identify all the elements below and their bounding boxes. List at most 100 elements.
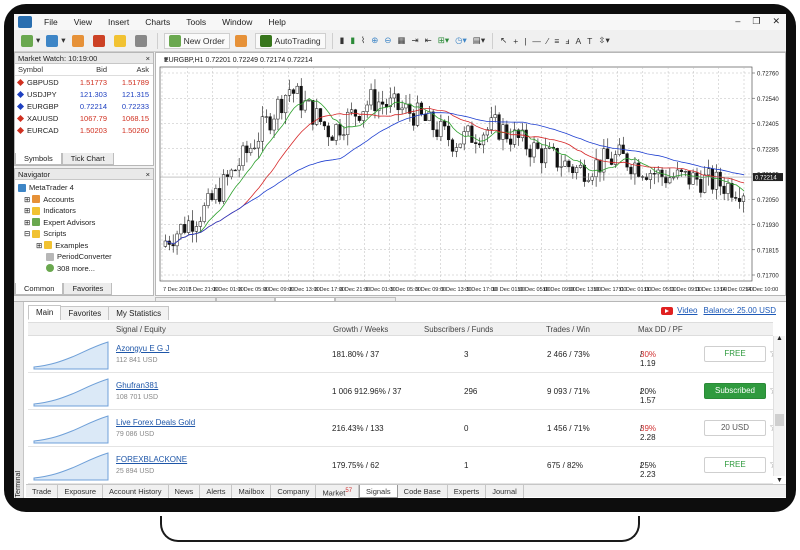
col-signal-equity: Signal / Equity (116, 325, 166, 334)
nav-examples[interactable]: ⊞ Examples (18, 240, 150, 252)
indicators-icon[interactable]: ⊞▾ (435, 33, 452, 49)
restore-icon[interactable]: ❐ (752, 16, 760, 27)
tab-favorites[interactable]: Favorites (63, 283, 113, 295)
profiles-button[interactable]: ▾ (43, 33, 68, 49)
signal-row[interactable]: Live Forex Deals Gold 79 086 USD 216.43% /… (28, 410, 780, 447)
nav-periodconverter[interactable]: PeriodConverter (18, 251, 150, 263)
tile-windows-icon[interactable]: ▦ (394, 33, 408, 49)
market-watch-row[interactable]: GBPUSD 1.51773 1.51789 (15, 76, 153, 88)
cursor-icon[interactable]: ↖ (497, 33, 510, 49)
signal-name-link[interactable]: Live Forex Deals Gold (116, 418, 195, 427)
signals-scrollbar[interactable]: ▲ ▼ (773, 335, 785, 484)
scroll-up-icon[interactable]: ▲ (776, 335, 783, 342)
zoom-out-icon[interactable]: ⊖ (381, 33, 394, 49)
menu-insert[interactable]: Insert (100, 17, 137, 27)
terminal-tab-code-base[interactable]: Code Base (398, 484, 448, 498)
market-watch-row[interactable]: XAUUSD 1067.79 1068.15 (15, 112, 153, 124)
candle (396, 93, 400, 111)
terminal-tab-market[interactable]: Market57 (316, 484, 360, 498)
market-watch-button[interactable] (69, 33, 90, 49)
horizontal-line-icon[interactable]: — (529, 33, 544, 49)
market-watch-row[interactable]: USDJPY 121.303 121.315 (15, 88, 153, 100)
new-order-button[interactable]: New Order (163, 32, 230, 49)
label-icon[interactable]: T (584, 33, 595, 49)
subtab-my-statistics[interactable]: My Statistics (108, 305, 170, 320)
text-icon[interactable]: A (572, 33, 584, 49)
subtab-main[interactable]: Main (28, 305, 62, 320)
nav-root[interactable]: MetaTrader 4 (18, 182, 150, 194)
nav-indicators[interactable]: ⊞ Indicators (18, 205, 150, 217)
meta-editor-button[interactable] (232, 33, 253, 49)
bar-chart-icon[interactable]: ▮ (337, 33, 348, 49)
terminal-tab-company[interactable]: Company (271, 484, 317, 498)
menu-view[interactable]: View (66, 17, 100, 27)
signal-row[interactable]: Azongyu E G J 112 841 USD 181.80% / 37 3 2 4… (28, 336, 780, 373)
trendline-icon[interactable]: ⁄ (544, 33, 551, 49)
tab-tick-chart[interactable]: Tick Chart (61, 153, 114, 165)
terminal-tab-experts[interactable]: Experts (448, 484, 487, 498)
scroll-thumb[interactable] (775, 414, 784, 426)
terminal-button[interactable] (132, 33, 153, 49)
subtab-favorites[interactable]: Favorites (60, 305, 110, 320)
channel-icon[interactable]: ≡ (551, 33, 562, 49)
candle (221, 174, 226, 202)
terminal-tab-alerts[interactable]: Alerts (200, 484, 233, 498)
menu-file[interactable]: File (36, 17, 66, 27)
nav-expert-advisors[interactable]: ⊞ Expert Advisors (18, 217, 150, 229)
price-chart[interactable]: EURGBP,H1 0.72201 0.72249 0.72174 0.7221… (156, 53, 786, 297)
fibonacci-icon[interactable]: ⅎ (562, 33, 572, 49)
auto-scroll-icon[interactable]: ⇥ (408, 33, 421, 49)
candlestick-icon[interactable]: ▮ (347, 33, 358, 49)
scroll-down-icon[interactable]: ▼ (776, 477, 783, 484)
templates-icon[interactable]: ▤▾ (470, 33, 488, 49)
menu-charts[interactable]: Charts (137, 17, 178, 27)
nav-more[interactable]: 308 more... (18, 263, 150, 275)
balance-link[interactable]: Balance: 25.00 USD (704, 306, 777, 315)
vertical-line-icon[interactable]: | (521, 33, 529, 49)
terminal-tab-news[interactable]: News (169, 484, 201, 498)
new-chart-button[interactable]: ▾ (18, 33, 43, 49)
terminal-tab-signals[interactable]: Signals (359, 484, 398, 498)
periods-icon[interactable]: ◷▾ (452, 33, 470, 49)
terminal-tab-journal[interactable]: Journal (486, 484, 524, 498)
menu-help[interactable]: Help (260, 17, 293, 27)
close-icon[interactable]: ✕ (772, 16, 780, 27)
crosshair-icon[interactable]: + (510, 33, 521, 49)
menu-window[interactable]: Window (214, 17, 260, 27)
youtube-icon[interactable] (661, 306, 674, 315)
tab-symbols[interactable]: Symbols (15, 153, 62, 165)
chart-shift-icon[interactable]: ⇤ (422, 33, 435, 49)
signal-name-link[interactable]: FOREXBLACKONE (116, 455, 187, 464)
signal-row[interactable]: FOREXBLACKONE 25 894 USD 179.75% / 62 1 675 … (28, 447, 780, 484)
video-link[interactable]: Video (677, 306, 697, 315)
terminal-tab-account-history[interactable]: Account History (103, 484, 169, 498)
signal-name-link[interactable]: Ghufran381 (116, 381, 158, 390)
nav-scripts[interactable]: ⊟ Scripts (18, 228, 150, 240)
zoom-in-icon[interactable]: ⊕ (368, 33, 381, 49)
minimize-icon[interactable]: – (735, 16, 740, 27)
signal-action-button[interactable]: FREE (704, 346, 766, 362)
terminal-tab-exposure[interactable]: Exposure (58, 484, 104, 498)
autotrading-button[interactable]: AutoTrading (254, 32, 326, 49)
signal-row[interactable]: Ghufran381 108 701 USD 1 006 912.96% / 37 2… (28, 373, 780, 410)
candle (295, 85, 299, 94)
signal-name-link[interactable]: Azongyu E G J (116, 344, 169, 353)
navigator-button[interactable] (90, 33, 111, 49)
close-icon[interactable]: × (146, 169, 150, 180)
line-chart-icon[interactable]: ⌇ (358, 33, 368, 49)
menu-tools[interactable]: Tools (178, 17, 214, 27)
nav-accounts[interactable]: ⊞ Accounts (18, 194, 150, 206)
arrows-icon[interactable]: ⇳▾ (595, 33, 612, 49)
terminal-tab-mailbox[interactable]: Mailbox (232, 484, 272, 498)
market-watch-row[interactable]: EURCAD 1.50203 1.50260 (15, 124, 153, 136)
signal-action-button[interactable]: Subscribed (704, 383, 766, 399)
signal-action-button[interactable]: 20 USD (704, 420, 766, 436)
data-window-button[interactable] (111, 33, 132, 49)
tab-common[interactable]: Common (15, 283, 64, 295)
terminal-tab-trade[interactable]: Trade (26, 484, 59, 498)
close-icon[interactable]: × (146, 53, 150, 64)
market-watch-row[interactable]: EURGBP 0.72214 0.72233 (15, 100, 153, 112)
signal-action-button[interactable]: FREE (704, 457, 766, 473)
chart-window[interactable]: EURGBP,H1 0.72201 0.72249 0.72174 0.7221… (155, 52, 786, 296)
candle (272, 118, 276, 131)
